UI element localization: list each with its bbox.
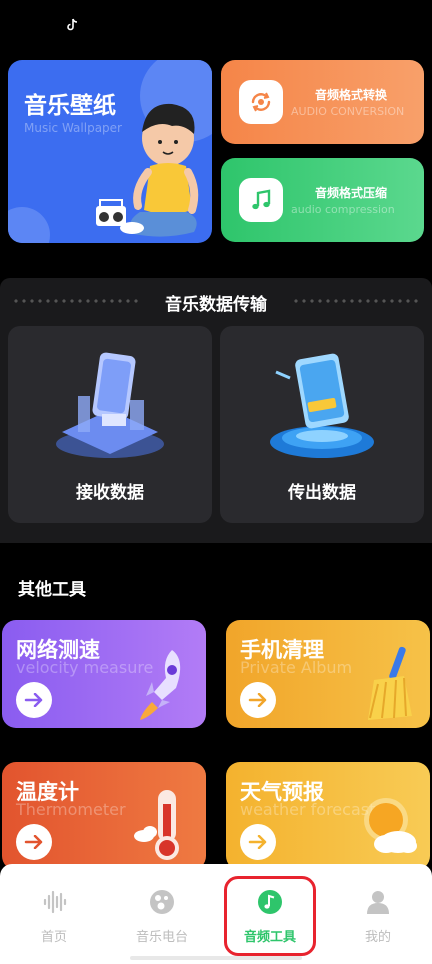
receive-phone-illustration bbox=[56, 352, 164, 458]
clean-title: 手机清理 bbox=[240, 638, 324, 662]
soundwave-icon bbox=[43, 890, 67, 914]
nav-radio-label: 音乐电台 bbox=[135, 930, 188, 945]
arrow-right-icon bbox=[24, 693, 43, 707]
bottom-navigation: 首页 音乐电台 音频工具 我的 bbox=[0, 864, 432, 964]
phone-clean-card[interactable]: Private Album 手机清理 bbox=[226, 620, 430, 728]
music-wallpaper-card[interactable]: 音乐壁纸 Music Wallpaper bbox=[8, 60, 212, 243]
music-transfer-section: 音乐数据传输 接收数据 传出数据 bbox=[0, 278, 432, 543]
broom-icon bbox=[368, 646, 412, 720]
clean-arrow-button[interactable] bbox=[240, 682, 276, 718]
thermometer-card[interactable]: Thermometer 温度计 bbox=[2, 762, 206, 870]
active-tab-highlight bbox=[224, 876, 316, 956]
arrow-right-icon bbox=[248, 693, 267, 707]
transfer-section-title: 音乐数据传输 bbox=[165, 295, 267, 315]
audio-conversion-title: 音频格式转换 bbox=[315, 88, 388, 102]
weather-icon bbox=[364, 798, 417, 853]
person-icon bbox=[367, 891, 389, 914]
weather-arrow-button[interactable] bbox=[240, 824, 276, 860]
convert-icon bbox=[239, 80, 283, 124]
velocity-measure-card[interactable]: velocity measure 网络测速 bbox=[2, 620, 206, 728]
weather-title: 天气预报 bbox=[240, 780, 324, 804]
other-tools-title: 其他工具 bbox=[18, 580, 86, 600]
music-note-icon bbox=[239, 178, 283, 222]
weather-forecast-card[interactable]: weather forecast 天气预报 bbox=[226, 762, 430, 870]
receive-data-label: 接收数据 bbox=[76, 483, 144, 503]
nav-home-label: 首页 bbox=[40, 930, 67, 945]
send-data-card[interactable]: 传出数据 bbox=[220, 326, 424, 523]
thermometer-icon bbox=[134, 790, 179, 860]
thermometer-arrow-button[interactable] bbox=[16, 824, 52, 860]
velocity-arrow-button[interactable] bbox=[16, 682, 52, 718]
receive-data-card[interactable]: 接收数据 bbox=[8, 326, 212, 523]
send-data-label: 传出数据 bbox=[288, 483, 356, 503]
velocity-title: 网络测速 bbox=[16, 638, 100, 662]
audio-conversion-subtitle: AUDIO CONVERSION bbox=[291, 105, 405, 118]
home-indicator bbox=[130, 956, 302, 960]
audio-compression-subtitle: audio compression bbox=[291, 203, 395, 216]
audio-compression-title: 音频格式压缩 bbox=[315, 186, 388, 200]
nav-profile[interactable]: 我的 bbox=[324, 888, 432, 945]
status-bar bbox=[0, 0, 432, 50]
arrow-right-icon bbox=[248, 835, 267, 849]
audio-compression-card[interactable]: 音频格式压缩 audio compression bbox=[221, 158, 424, 242]
audio-conversion-card[interactable]: 音频格式转换 AUDIO CONVERSION bbox=[221, 60, 424, 144]
nav-radio[interactable]: 音乐电台 bbox=[108, 888, 216, 945]
tiktok-icon bbox=[67, 18, 78, 31]
arrow-right-icon bbox=[24, 835, 43, 849]
nav-profile-label: 我的 bbox=[364, 930, 391, 945]
rocket-icon bbox=[140, 650, 181, 720]
send-phone-illustration bbox=[270, 353, 374, 458]
nav-home[interactable]: 首页 bbox=[0, 888, 108, 945]
thermometer-title: 温度计 bbox=[16, 780, 79, 804]
radio-icon bbox=[150, 890, 174, 914]
boy-illustration bbox=[96, 103, 199, 237]
